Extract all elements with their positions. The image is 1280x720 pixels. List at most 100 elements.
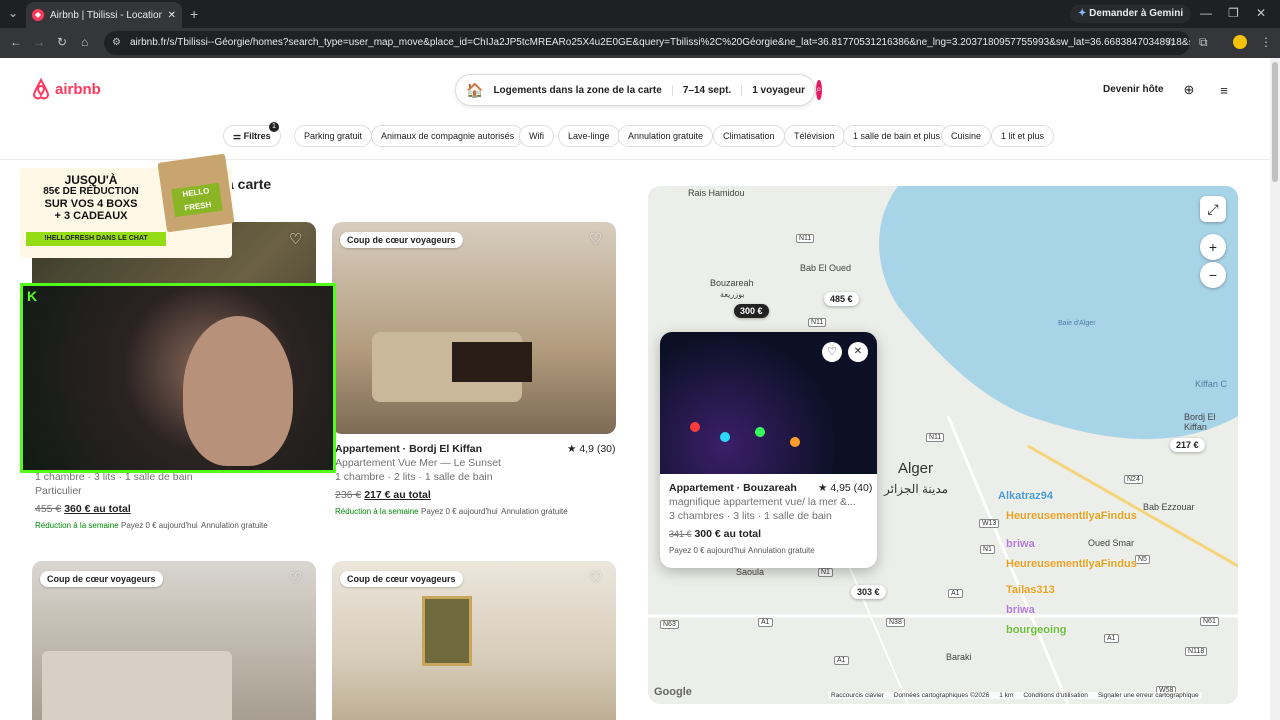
listing-2-tag-cancel: Annulation gratuite <box>501 507 568 516</box>
search-bar[interactable]: 🏠 Logements dans la zone de la carte 7–1… <box>455 74 822 106</box>
kick-logo-icon: K <box>27 288 38 304</box>
reload-icon[interactable]: ↻ <box>57 35 67 49</box>
listing-1-tag-cancel: Annulation gratuite <box>201 521 268 530</box>
listing-2-tag-pay-later: Payez 0 € aujourd'hui <box>421 507 498 516</box>
map-pin-217[interactable]: 217 € <box>1170 438 1205 452</box>
listing-2-badge: Coup de cœur voyageurs <box>340 232 463 248</box>
road-n11-a: N11 <box>796 234 815 243</box>
gemini-label: Demander à Gemini <box>1089 8 1184 19</box>
listing-2-photo[interactable] <box>332 222 616 434</box>
new-tab-icon[interactable]: + <box>190 6 198 22</box>
label-kiffan: Kiffan C <box>1195 379 1227 389</box>
chip-parking[interactable]: Parking gratuit <box>294 125 373 147</box>
forward-icon[interactable]: → <box>33 35 45 49</box>
airbnb-favicon-icon: ◆ <box>32 9 44 21</box>
become-host-link[interactable]: Devenir hôte <box>1103 84 1164 95</box>
label-bab-el-oued: Bab El Oued <box>800 263 852 273</box>
chat-name-6: briwa <box>1006 604 1035 616</box>
scrollbar-thumb[interactable] <box>1272 62 1278 182</box>
road-a1-b: A1 <box>758 618 773 627</box>
listing-3-badge: Coup de cœur voyageurs <box>40 571 163 587</box>
popup-tag-cancel: Annulation gratuite <box>748 546 815 555</box>
chip-bathroom[interactable]: 1 salle de bain et plus <box>843 125 951 147</box>
listing-2-price[interactable]: 236 € 217 € au total <box>335 489 431 501</box>
map-pin-485[interactable]: 485 € <box>824 292 859 306</box>
listing-2-total: 217 € au total <box>364 489 431 501</box>
listing-2-heart-icon[interactable]: ♡ <box>589 230 602 248</box>
listing-3-sofa-shape <box>42 651 232 720</box>
chip-free-cancel[interactable]: Annulation gratuite <box>618 125 714 147</box>
close-tab-icon[interactable]: ✕ <box>168 10 176 21</box>
map-terms[interactable]: Conditions d'utilisation <box>1023 692 1087 699</box>
popup-price[interactable]: 341 € 300 € au total <box>669 528 761 540</box>
listing-1-tag-weekly: Réduction à la semaine <box>35 521 119 530</box>
map-pin-300[interactable]: 300 € <box>734 304 769 318</box>
chip-washer[interactable]: Lave-linge <box>558 125 620 147</box>
listing-1-tag-pay-later: Payez 0 € aujourd'hui <box>121 521 198 530</box>
gemini-button[interactable]: ✦ Demander à Gemini <box>1070 5 1192 23</box>
popup-heart-icon[interactable]: ♡ <box>822 342 842 362</box>
airbnb-logo[interactable]: airbnb <box>31 78 101 100</box>
close-window-icon[interactable]: ✕ <box>1256 6 1266 20</box>
popup-close-icon[interactable]: ✕ <box>848 342 868 362</box>
chip-pets[interactable]: Animaux de compagnie autorisés <box>371 125 525 147</box>
map-data-credit: Données cartographiques ©2026 <box>893 692 990 699</box>
road-n118: N118 <box>1185 647 1208 656</box>
tab-title: Airbnb | Tbilissi - Locations de v <box>50 9 162 21</box>
popup-photo[interactable] <box>660 332 877 474</box>
chip-bed[interactable]: 1 lit et plus <box>991 125 1055 147</box>
browser-tab-airbnb[interactable]: ◆ Airbnb | Tbilissi - Locations de v ✕ <box>26 2 182 28</box>
chip-wifi[interactable]: Wifi <box>519 125 554 147</box>
page-scrollbar[interactable] <box>1270 58 1280 720</box>
chat-name-7: bourgeoing <box>1006 624 1067 636</box>
promo-line-4: + 3 CADEAUX <box>54 210 128 222</box>
map-pin-303[interactable]: 303 € <box>851 585 886 599</box>
bookmark-star-icon[interactable]: ☆ <box>1165 35 1176 49</box>
language-globe-icon[interactable]: ⊕ <box>1173 74 1205 106</box>
url-text: airbnb.fr/s/Tbilissi--Géorgie/homes?sear… <box>130 37 1190 48</box>
listing-1-price[interactable]: 455 € 360 € au total <box>35 503 131 515</box>
search-guests[interactable]: 1 voyageur <box>742 84 817 96</box>
tab-search-icon[interactable]: ⌄ <box>8 6 18 20</box>
popup-light-green <box>755 427 765 437</box>
menu-icon[interactable]: ≡ <box>1208 74 1240 106</box>
popup-light-orange <box>790 437 800 447</box>
chip-kitchen[interactable]: Cuisine <box>941 125 992 147</box>
maximize-icon[interactable]: ❐ <box>1228 6 1239 20</box>
map-listing-popup[interactable]: ♡ ✕ Appartement · Bouzareah ★ 4,95 (40) … <box>660 332 877 568</box>
back-icon[interactable]: ← <box>10 35 22 49</box>
zoom-in-icon[interactable]: + <box>1200 234 1226 260</box>
popup-details: 3 chambres · 3 lits · 1 salle de bain <box>669 510 832 522</box>
hellofresh-box: HELLO FRESH <box>157 153 235 233</box>
listing-2-subtitle: Appartement Vue Mer — Le Sunset <box>335 457 501 469</box>
search-location[interactable]: Logements dans la zone de la carte <box>483 84 673 96</box>
search-dates[interactable]: 7–14 sept. <box>673 84 743 96</box>
map-keyboard-shortcuts[interactable]: Raccourcis clavier <box>831 692 884 699</box>
address-bar[interactable]: ⚙ airbnb.fr/s/Tbilissi--Géorgie/homes?se… <box>104 31 1190 55</box>
expand-map-icon[interactable]: ⤢ <box>1200 196 1226 222</box>
listing-1-heart-icon[interactable]: ♡ <box>289 230 302 248</box>
home-icon[interactable]: ⌂ <box>81 35 88 49</box>
label-saoula: Saoula <box>736 567 765 577</box>
map-report-error[interactable]: Signaler une erreur cartographique <box>1098 692 1199 699</box>
promo-line-5: !HELLOFRESH DANS LE CHAT <box>26 232 166 246</box>
browser-toolbar: ← → ↻ ⌂ ⚙ airbnb.fr/s/Tbilissi--Géorgie/… <box>0 28 1280 58</box>
profile-avatar[interactable] <box>1233 35 1247 49</box>
webcam-overlay: K <box>20 283 336 473</box>
listing-2-old-price: 236 € <box>335 489 362 501</box>
listing-3-heart-icon[interactable]: ♡ <box>289 569 302 587</box>
road-w13: W13 <box>979 519 1000 528</box>
chrome-menu-icon[interactable]: ⋮ <box>1260 35 1272 49</box>
chip-ac[interactable]: Climatisation <box>713 125 785 147</box>
search-icon[interactable]: ⌕ <box>816 80 822 100</box>
extensions-icon[interactable]: ⧉ <box>1199 35 1208 50</box>
listing-4-heart-icon[interactable]: ♡ <box>589 569 602 587</box>
listing-4-badge: Coup de cœur voyageurs <box>340 571 463 587</box>
promo-line-2: 85€ DE RÉDUCTION <box>43 186 139 197</box>
popup-light-red <box>690 422 700 432</box>
zoom-out-icon[interactable]: − <box>1200 262 1226 288</box>
label-bouzareah-ar: بوزريعة <box>720 290 745 299</box>
chip-tv[interactable]: Télévision <box>784 125 845 147</box>
minimize-icon[interactable]: — <box>1200 6 1212 20</box>
site-info-icon[interactable]: ⚙ <box>112 31 121 55</box>
